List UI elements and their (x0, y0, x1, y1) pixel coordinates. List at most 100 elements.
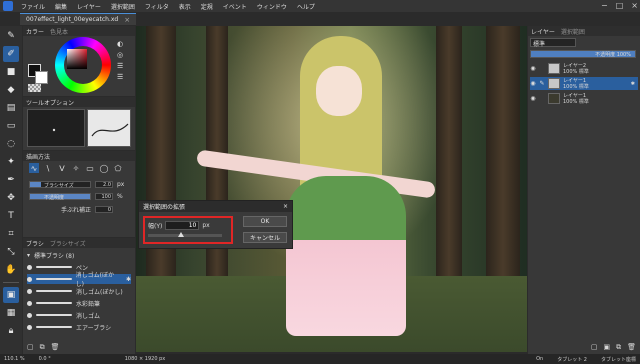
menu-view[interactable]: 表示 (174, 2, 196, 11)
new-layer-icon[interactable]: ▢ (591, 343, 598, 352)
menu-filter[interactable]: フィルタ (140, 2, 174, 11)
zoom-level[interactable]: 110.1 % (4, 356, 25, 362)
crop-tool-icon[interactable]: ⌗ (3, 226, 19, 242)
brush-group[interactable]: ▾ 標準ブラシ (8) (27, 250, 131, 260)
color-wheel[interactable] (55, 37, 111, 93)
width-input[interactable]: 10 (165, 221, 200, 230)
pen-tool-icon[interactable]: ✎ (3, 28, 19, 44)
target-mode-icon[interactable]: ◎ (117, 51, 123, 59)
menu-layer[interactable]: レイヤー (72, 2, 106, 11)
layer-row[interactable]: ◉ レイヤー2 100% 標準 (530, 62, 638, 75)
slider-mode-icon[interactable]: ☰ (117, 62, 123, 70)
polyline-icon[interactable]: ᐯ (57, 163, 67, 173)
menu-event[interactable]: イベント (218, 2, 252, 11)
tab-selection[interactable]: 選択範囲 (561, 27, 585, 36)
brush-item[interactable]: エアーブラシ (27, 322, 131, 332)
layer-mode: 100% 標準 (563, 98, 589, 105)
line-icon[interactable]: \ (43, 163, 53, 173)
menu-selection[interactable]: 選択範囲 (106, 2, 140, 11)
brush-dot-icon (27, 312, 32, 318)
opacity-slider[interactable]: 不透明度 (29, 193, 91, 201)
hand-correction-value[interactable]: 0 (95, 206, 113, 213)
tab-swatches[interactable]: 色見本 (50, 27, 68, 36)
opacity-value[interactable]: 100 (95, 193, 113, 200)
ellipse-icon[interactable]: ◯ (99, 163, 109, 173)
pen-lock-icon[interactable]: ✎ (539, 80, 545, 87)
eye-icon[interactable]: ◉ (530, 65, 536, 72)
dialog-close-icon[interactable]: × (283, 203, 288, 210)
eyedropper-icon[interactable]: ✒ (3, 172, 19, 188)
brush-item-label: 消しゴム(ぼかし) (76, 288, 123, 296)
gear-icon[interactable]: ✱ (126, 276, 131, 283)
close-icon[interactable]: × (631, 1, 638, 10)
brush-size-value[interactable]: 2.0 (95, 181, 113, 188)
new-folder-icon[interactable]: ▣ (603, 343, 610, 352)
fill-tool-icon[interactable]: ◆ (3, 82, 19, 98)
width-unit: px (202, 222, 210, 229)
menu-file[interactable]: ファイル (16, 2, 50, 11)
tablet-mode[interactable]: タブレット 2 (557, 356, 587, 363)
brush-item[interactable]: 消しゴム(ぼかし) (27, 286, 131, 296)
tab-layer[interactable]: レイヤー (531, 27, 555, 36)
maximize-icon[interactable]: □ (616, 1, 624, 10)
layer-opacity-slider[interactable]: 不透明度 100% (530, 50, 636, 58)
eye-icon[interactable]: ◉ (530, 80, 536, 87)
tablet-coordinates[interactable]: タブレット座標 (601, 356, 636, 363)
gradient-tool-icon[interactable]: ▤ (3, 100, 19, 116)
tab-close-icon[interactable]: × (124, 16, 130, 24)
tab-brush-size[interactable]: ブラシサイズ (50, 239, 86, 248)
width-slider-knob[interactable] (178, 232, 184, 237)
tool-options-header: ツールオプション (23, 97, 135, 107)
eraser-tool-icon[interactable]: ▭ (3, 118, 19, 134)
text-tool-icon[interactable]: T (3, 208, 19, 224)
new-brush-icon[interactable]: ▢ (27, 343, 34, 352)
brush-size-slider[interactable]: ブラシサイズ (29, 181, 91, 189)
freehand-icon[interactable]: ∿ (29, 163, 39, 173)
width-label: 幅(Y) (148, 223, 163, 230)
rotation-angle[interactable]: 0.0 ° (39, 356, 51, 362)
minimize-icon[interactable]: − (601, 1, 608, 10)
eye-icon[interactable]: ◉ (530, 95, 536, 102)
ok-button[interactable]: OK (243, 216, 287, 227)
layer-row[interactable]: ◉ ✎ レイヤー1 100% 標準 ✱ (530, 77, 638, 90)
rect-shape-icon[interactable]: ▭ (85, 163, 95, 173)
polygon-icon[interactable]: ⬠ (113, 163, 123, 173)
transform-tool-icon[interactable]: ⤡ (3, 244, 19, 260)
layer-row[interactable]: ◉ レイヤー1 100% 標準 (530, 92, 638, 105)
brush-tool-icon[interactable]: ✐ (3, 46, 19, 62)
delete-brush-icon[interactable]: 🗑︎ (51, 343, 60, 352)
copy-layer-icon[interactable]: ⧉ (616, 343, 621, 352)
menu-ruler[interactable]: 定規 (196, 2, 218, 11)
saturation-square[interactable] (67, 49, 87, 69)
blend-mode-select[interactable]: 標準 (530, 38, 576, 48)
move-tool-icon[interactable]: ✥ (3, 190, 19, 206)
canvas[interactable] (136, 26, 527, 352)
menu-window[interactable]: ウィンドウ (252, 2, 292, 11)
tab-color[interactable]: カラー (26, 27, 44, 36)
hand-tool-icon[interactable]: ✋ (3, 262, 19, 278)
width-slider[interactable] (148, 232, 222, 237)
gear-icon[interactable]: ✱ (631, 81, 635, 87)
brush-item[interactable]: 水彩鉛筆 (27, 298, 131, 308)
background-color-swatch[interactable] (35, 71, 48, 84)
rectangle-tool-icon[interactable]: ■ (3, 64, 19, 80)
copy-brush-icon[interactable]: ⧉ (40, 343, 45, 352)
document-tab[interactable]: 007effect_light_00eyecatch.xd × (20, 13, 137, 25)
snap-tool-icon[interactable]: ▣ (3, 287, 19, 303)
grid-tool-icon[interactable]: ▦ (3, 305, 19, 321)
wheel-mode-icon[interactable]: ◐ (117, 40, 123, 48)
brush-stroke-icon (35, 278, 72, 280)
menu-edit[interactable]: 編集 (50, 2, 72, 11)
bezier-icon[interactable]: ✧ (71, 163, 81, 173)
tab-brush[interactable]: ブラシ (26, 239, 44, 248)
lock-tool-icon[interactable]: 🔒︎ (3, 323, 19, 339)
delete-layer-icon[interactable]: 🗑︎ (627, 343, 636, 352)
brush-item[interactable]: 消しゴム(ぼかし) ✱ (27, 272, 131, 288)
brush-item[interactable]: 消しゴム (27, 310, 131, 320)
transparent-color-swatch[interactable] (28, 84, 41, 92)
lasso-tool-icon[interactable]: ◌ (3, 136, 19, 152)
magic-wand-icon[interactable]: ✦ (3, 154, 19, 170)
cancel-button[interactable]: キャンセル (243, 232, 287, 243)
menu-help[interactable]: ヘルプ (292, 2, 320, 11)
list-mode-icon[interactable]: ☰ (117, 73, 123, 81)
